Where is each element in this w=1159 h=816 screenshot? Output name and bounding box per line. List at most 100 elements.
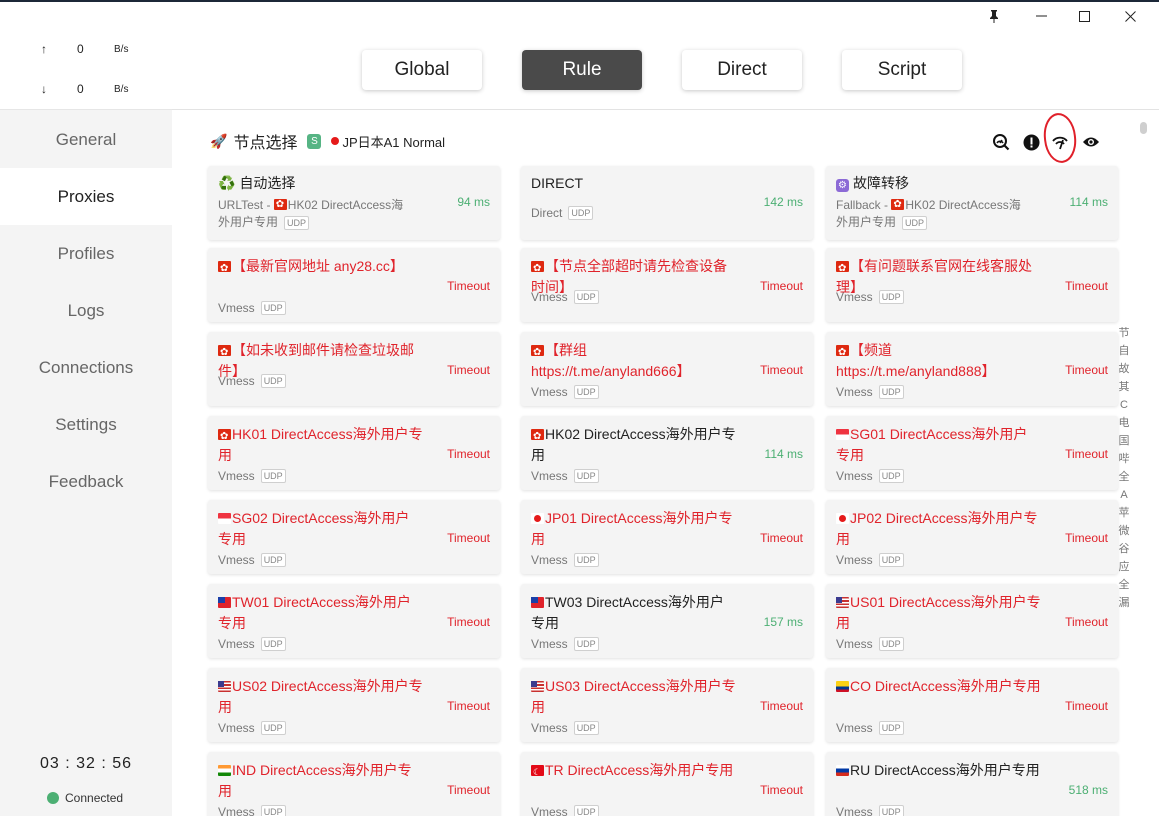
proxy-name-text: TR DirectAccess海外用户专用 (545, 762, 734, 778)
mode-rule-button[interactable]: Rule (522, 50, 642, 90)
nav-feedback[interactable]: Feedback (0, 453, 172, 510)
index-letter[interactable]: 电 (1116, 414, 1132, 432)
index-letter[interactable]: C (1116, 396, 1132, 414)
index-letter[interactable]: 全 (1116, 468, 1132, 486)
proxy-meta: Vmess UDP (531, 290, 599, 304)
proxy-delay[interactable]: Timeout (447, 447, 490, 461)
pin-icon[interactable] (971, 2, 1017, 30)
proxy-card[interactable]: 【如未收到邮件请检查垃圾邮件】VmessUDPTimeout (208, 332, 500, 406)
index-letter[interactable]: 节 (1116, 324, 1132, 342)
proxy-delay[interactable]: Timeout (760, 783, 803, 797)
proxy-delay[interactable]: 157 ms (764, 615, 803, 629)
proxy-delay[interactable]: Timeout (760, 279, 803, 293)
index-letter[interactable]: 漏 (1116, 594, 1132, 612)
visibility-icon[interactable] (1081, 132, 1101, 152)
proxy-group-header[interactable]: 🚀 节点选择 S JP日本A1 Normal (210, 130, 446, 153)
proxy-name: 【最新官网地址 any28.cc】 (218, 256, 423, 279)
proxy-card[interactable]: 【最新官网地址 any28.cc】 Vmess UDP Timeout (208, 248, 500, 322)
ru-flag-icon (836, 765, 849, 776)
index-letter[interactable]: 苹 (1116, 504, 1132, 522)
index-letter[interactable]: 谷 (1116, 540, 1132, 558)
nav-proxies[interactable]: Proxies (0, 168, 172, 225)
proxy-delay[interactable]: Timeout (1065, 531, 1108, 545)
group-index-bar[interactable]: 节自故其C电国哔全A苹微谷应全漏 (1116, 324, 1132, 612)
index-letter[interactable]: 其 (1116, 378, 1132, 396)
maximize-button[interactable] (1061, 2, 1107, 30)
proxy-delay[interactable]: Timeout (760, 531, 803, 545)
alert-icon[interactable] (1021, 132, 1041, 152)
proxy-card[interactable]: HK02 DirectAccess海外用户专用 Vmess UDP 114 ms (521, 416, 813, 490)
proxy-delay[interactable]: Timeout (1065, 615, 1108, 629)
group-current-text: JP日本A1 Normal (342, 134, 446, 150)
index-letter[interactable]: 哔 (1116, 450, 1132, 468)
proxy-delay[interactable]: Timeout (760, 699, 803, 713)
proxy-type: Vmess (531, 469, 568, 483)
index-letter[interactable]: 故 (1116, 360, 1132, 378)
search-speed-icon[interactable] (991, 132, 1011, 152)
nav-connections[interactable]: Connections (0, 339, 172, 396)
proxy-card[interactable]: 【有问题联系官网在线客服处理】VmessUDPTimeout (826, 248, 1118, 322)
minimize-button[interactable] (1018, 2, 1064, 30)
title-bar (0, 2, 1159, 30)
proxy-delay[interactable]: Timeout (447, 615, 490, 629)
scrollbar-thumb[interactable] (1140, 122, 1147, 134)
nav-profiles[interactable]: Profiles (0, 225, 172, 282)
proxy-meta: Vmess UDP (531, 805, 599, 816)
proxy-delay[interactable]: Timeout (1065, 279, 1108, 293)
proxy-delay[interactable]: 114 ms (1070, 195, 1108, 209)
nav-general[interactable]: General (0, 111, 172, 168)
nav-logs[interactable]: Logs (0, 282, 172, 339)
index-letter[interactable]: A (1116, 486, 1132, 504)
proxy-card[interactable]: SG02 DirectAccess海外用户专用 Vmess UDP Timeout (208, 500, 500, 574)
proxy-delay[interactable]: 142 ms (764, 195, 803, 209)
proxy-delay[interactable]: Timeout (1065, 363, 1108, 377)
mode-bar: Global Rule Direct Script (172, 30, 1159, 110)
proxy-card[interactable]: RU DirectAccess海外用户专用 Vmess UDP 518 ms (826, 752, 1118, 816)
proxy-card[interactable]: TR DirectAccess海外用户专用 Vmess UDP Timeout (521, 752, 813, 816)
mode-global-button[interactable]: Global (362, 50, 482, 90)
proxy-delay[interactable]: Timeout (760, 363, 803, 377)
index-letter[interactable]: 微 (1116, 522, 1132, 540)
mode-direct-button[interactable]: Direct (682, 50, 802, 90)
proxy-delay[interactable]: Timeout (1065, 699, 1108, 713)
proxy-card[interactable]: IND DirectAccess海外用户专用 Vmess UDP Timeout (208, 752, 500, 816)
hk-flag-icon (531, 258, 544, 279)
proxy-name: US02 DirectAccess海外用户专用 (218, 676, 423, 718)
proxy-card[interactable]: 【群组 https://t.me/anyland666】 Vmess UDP Time… (521, 332, 813, 406)
index-letter[interactable]: 自 (1116, 342, 1132, 360)
proxy-delay[interactable]: 518 ms (1069, 783, 1108, 797)
proxy-card[interactable]: CO DirectAccess海外用户专用 Vmess UDP Timeout (826, 668, 1118, 742)
proxy-delay[interactable]: 94 ms (457, 195, 490, 209)
proxy-card[interactable]: US02 DirectAccess海外用户专用 Vmess UDP Timeout (208, 668, 500, 742)
proxy-card[interactable]: TW01 DirectAccess海外用户专用 Vmess UDP Timeout (208, 584, 500, 658)
proxy-delay[interactable]: Timeout (447, 783, 490, 797)
proxy-card[interactable]: 【节点全部超时请先检查设备时间】VmessUDPTimeout (521, 248, 813, 322)
proxy-card[interactable]: 【频道 https://t.me/anyland888】 Vmess UDP Time… (826, 332, 1118, 406)
proxy-card[interactable]: JP02 DirectAccess海外用户专用 Vmess UDP Timeout (826, 500, 1118, 574)
proxy-delay[interactable]: Timeout (1065, 447, 1108, 461)
proxy-delay[interactable]: Timeout (447, 363, 490, 377)
index-letter[interactable]: 国 (1116, 432, 1132, 450)
proxy-card[interactable]: DIRECT Direct UDP 142 ms (521, 166, 813, 240)
proxy-card[interactable]: ♻️自动选择URLTest - HK02 DirectAccess海外用户专用U… (208, 166, 500, 240)
proxy-meta: Vmess UDP (836, 290, 904, 304)
proxy-card[interactable]: US03 DirectAccess海外用户专用 Vmess UDP Timeout (521, 668, 813, 742)
index-letter[interactable]: 全 (1116, 576, 1132, 594)
close-button[interactable] (1107, 2, 1153, 30)
proxy-card[interactable]: JP01 DirectAccess海外用户专用 Vmess UDP Timeout (521, 500, 813, 574)
mode-script-button[interactable]: Script (842, 50, 962, 90)
udp-badge: UDP (573, 385, 599, 399)
index-letter[interactable]: 应 (1116, 558, 1132, 576)
proxy-card[interactable]: ⚙ 故障转移 Fallback - HK02 DirectAccess海外用户专用U… (826, 166, 1118, 240)
proxy-delay[interactable]: 114 ms (765, 447, 803, 461)
proxy-card[interactable]: US01 DirectAccess海外用户专用 Vmess UDP Timeout (826, 584, 1118, 658)
proxy-card[interactable]: SG01 DirectAccess海外用户专用 Vmess UDP Timeout (826, 416, 1118, 490)
nav-settings[interactable]: Settings (0, 396, 172, 453)
proxy-delay[interactable]: Timeout (447, 531, 490, 545)
proxy-delay[interactable]: Timeout (447, 699, 490, 713)
proxy-card[interactable]: HK01 DirectAccess海外用户专用 Vmess UDP Timeout (208, 416, 500, 490)
proxy-delay[interactable]: Timeout (447, 279, 490, 293)
proxy-name-text: DIRECT (531, 175, 584, 191)
proxy-name-text: SG02 DirectAccess海外用户专用 (218, 510, 410, 547)
proxy-card[interactable]: TW03 DirectAccess海外用户专用 Vmess UDP 157 ms (521, 584, 813, 658)
